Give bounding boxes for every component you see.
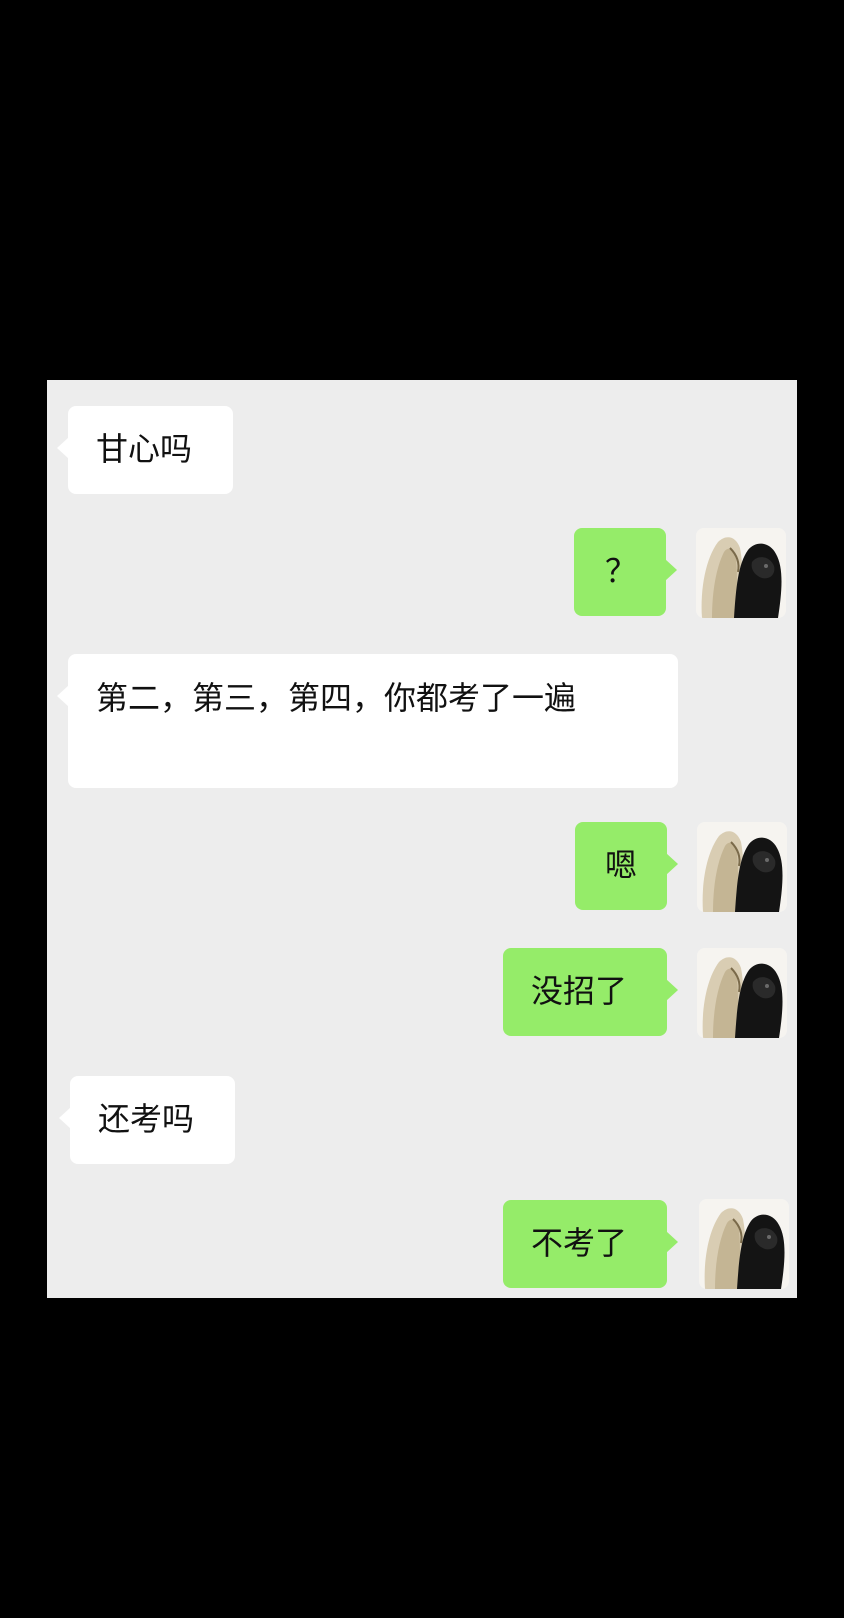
message-text: 第二，第三，第四，你都考了一遍 — [96, 679, 577, 717]
outgoing-message-bubble[interactable]: 嗯 — [575, 822, 678, 910]
chat-panel: 甘心吗 ？ 第二，第三，第四，你都考了一遍 嗯 没招了 还考吗 不考了 — [47, 380, 797, 1298]
user-avatar[interactable] — [697, 822, 787, 912]
user-avatar[interactable] — [696, 528, 786, 618]
message-text: 甘心吗 — [96, 430, 193, 468]
incoming-message-bubble[interactable]: 还考吗 — [59, 1076, 235, 1164]
message-text: 没招了 — [531, 972, 628, 1010]
bubble-tail — [666, 1231, 678, 1253]
incoming-message-bubble[interactable]: 第二，第三，第四，你都考了一遍 — [57, 654, 678, 788]
bubble-tail — [666, 853, 678, 875]
user-avatar[interactable] — [697, 948, 787, 1038]
avatar-image-icon — [697, 948, 787, 1038]
message-text: 还考吗 — [98, 1100, 195, 1138]
bubble-tail — [666, 979, 678, 1001]
avatar-image-icon — [697, 822, 787, 912]
outgoing-message-bubble[interactable]: 没招了 — [503, 948, 678, 1036]
message-text: 不考了 — [531, 1224, 628, 1262]
bubble-tail — [59, 1107, 71, 1129]
outgoing-message-bubble[interactable]: 不考了 — [503, 1200, 678, 1288]
avatar-image-icon — [696, 528, 786, 618]
avatar-image-icon — [699, 1199, 789, 1289]
message-text: ？ — [605, 552, 638, 590]
incoming-message-bubble[interactable]: 甘心吗 — [57, 406, 233, 494]
outgoing-message-bubble[interactable]: ？ — [574, 528, 677, 616]
bubble-tail — [665, 559, 677, 581]
bubble-tail — [57, 437, 69, 459]
user-avatar[interactable] — [699, 1199, 789, 1289]
message-text: 嗯 — [605, 846, 638, 884]
bubble-tail — [57, 685, 69, 707]
